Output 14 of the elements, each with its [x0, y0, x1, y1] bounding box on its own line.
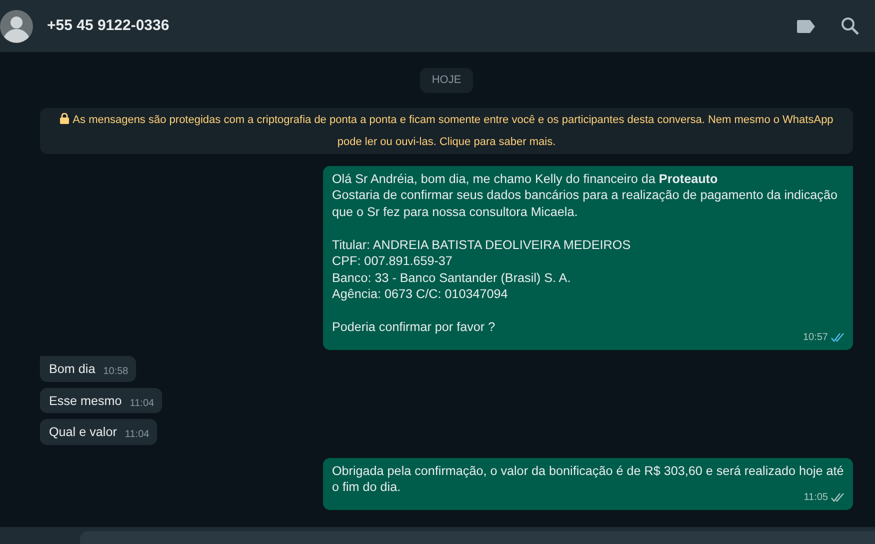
date-chip: HOJE: [420, 68, 474, 92]
message-text: Qual e valor: [49, 424, 117, 440]
message-time: 11:04: [130, 396, 154, 410]
message-time: 11:04: [124, 428, 150, 442]
message-time: 10:58: [103, 365, 128, 379]
label-icon[interactable]: [797, 20, 815, 32]
encryption-text: As mensagens são protegidas com a criptografia de ponta a ponta e ficam somente entre você e os participantes desta conversa. Nem mesmo o WhatsApp pode ler ou ouvi-las. Clique para saber mais.: [72, 114, 834, 148]
contact-name[interactable]: +55 45 9122-0336: [47, 14, 170, 38]
lock-icon: [60, 112, 69, 124]
encryption-notice[interactable]: As mensagens são protegidas com a criptografia de ponta a ponta e ficam somente entre você e os participantes desta conversa. Nem mesmo o WhatsApp pode ler ou ouvi-las. Clique para saber mais.: [40, 108, 853, 154]
message-text: Esse mesmo: [49, 392, 122, 409]
avatar-icon[interactable]: [0, 10, 33, 42]
message-text: Bom dia: [49, 361, 96, 378]
search-icon[interactable]: [841, 17, 859, 35]
